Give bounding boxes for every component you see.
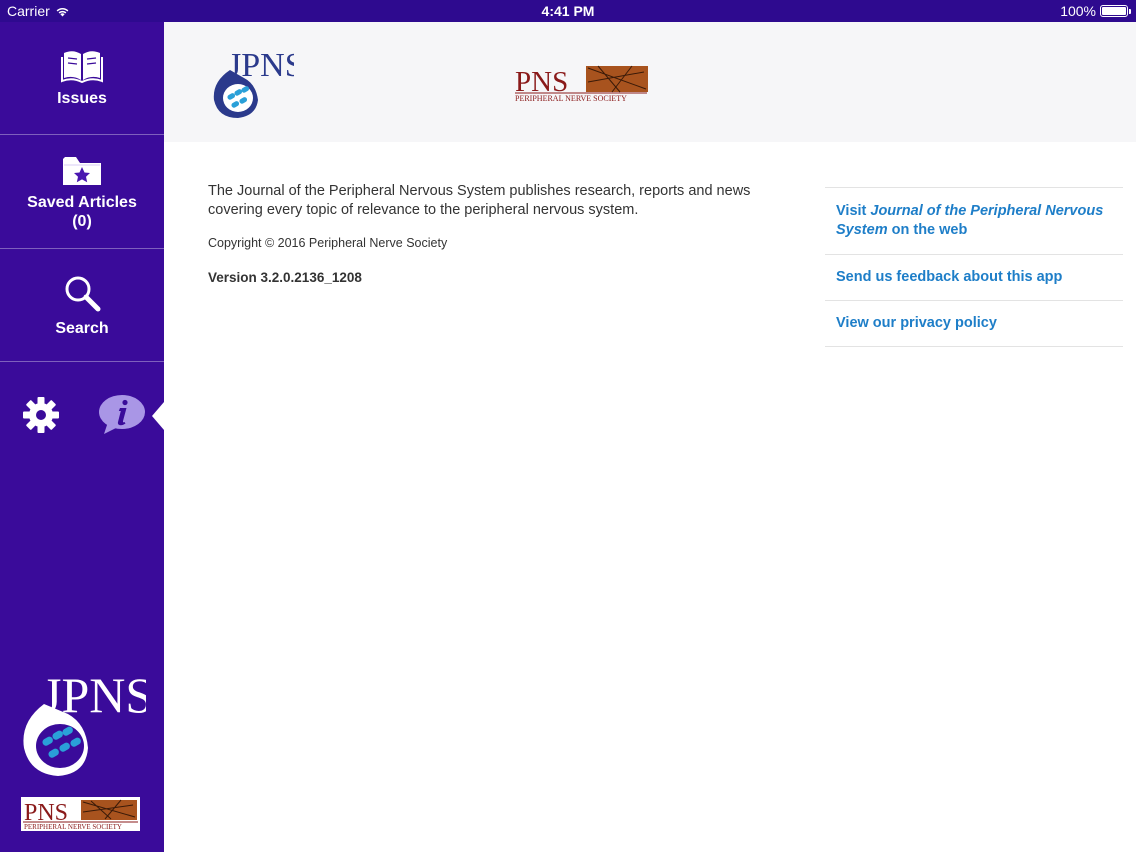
pns-header-logo: PNS PERIPHERAL NERVE SOCIETY (515, 65, 648, 103)
sidebar-item-label: Issues (57, 89, 107, 107)
saved-articles-label: Saved Articles (27, 193, 137, 211)
jpns-logo: JPNS (23, 667, 146, 776)
version-text: Version 3.2.0.2136_1208 (208, 270, 362, 285)
battery-indicator: 100% (1060, 3, 1131, 19)
info-links: Visit Journal of the Peripheral Nervous … (825, 187, 1123, 347)
about-description: The Journal of the Peripheral Nervous Sy… (208, 183, 751, 218)
clock: 4:41 PM (541, 3, 595, 19)
visit-website-link[interactable]: Visit Journal of the Peripheral Nervous … (825, 188, 1123, 255)
visit-prefix: Visit (836, 203, 871, 219)
sidebar-item-label: Search (55, 319, 109, 337)
battery-icon (1100, 5, 1131, 17)
selection-pointer (152, 402, 164, 430)
copyright-text: Copyright © 2016 Peripheral Nerve Societ… (208, 236, 448, 250)
header-band: JPNS PNS PERIPHERAL NERVE SOCIETY (164, 22, 1136, 142)
saved-articles-count: (0) (72, 212, 92, 230)
star-folder-icon (63, 156, 101, 185)
magnifier-icon (65, 276, 101, 311)
journal-name: Journal of the Peripheral Nervous System (836, 203, 1104, 238)
sidebar-item-saved-articles[interactable]: Saved Articles (0) (0, 135, 164, 249)
visit-suffix: on the web (887, 222, 968, 238)
svg-text:PERIPHERAL NERVE SOCIETY: PERIPHERAL NERVE SOCIETY (24, 823, 122, 831)
sidebar: Issues Saved Articles (0) Search JPNS PN… (0, 22, 164, 852)
pns-logo: PNS PERIPHERAL NERVE SOCIETY (21, 797, 140, 831)
feedback-link[interactable]: Send us feedback about this app (825, 255, 1123, 301)
battery-percent: 100% (1060, 3, 1096, 19)
jpns-header-logo: JPNS (213, 47, 294, 118)
sidebar-utility-row (0, 362, 164, 472)
info-bubble-icon[interactable] (98, 394, 146, 436)
status-bar: Carrier 4:41 PM 100% (0, 0, 1136, 22)
sidebar-item-label: Saved Articles (0) (27, 193, 137, 231)
sidebar-item-search[interactable]: Search (0, 249, 164, 362)
privacy-policy-link[interactable]: View our privacy policy (825, 301, 1123, 347)
gear-icon[interactable] (22, 396, 60, 434)
open-book-icon (61, 50, 103, 83)
pns-logo-subtitle: PERIPHERAL NERVE SOCIETY (515, 94, 627, 103)
sidebar-item-issues[interactable]: Issues (0, 22, 164, 135)
